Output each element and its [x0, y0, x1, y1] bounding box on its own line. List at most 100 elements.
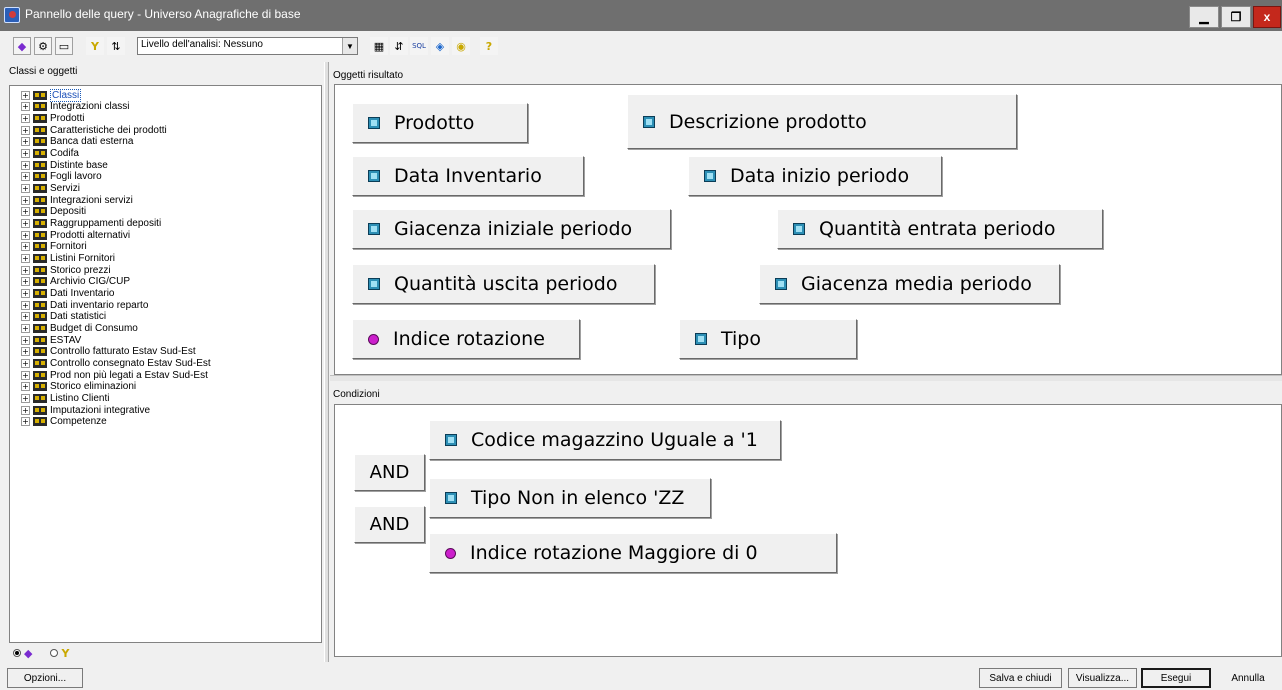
objects-mode-radio[interactable] [13, 649, 21, 657]
tree-item[interactable]: + Raggruppamenti depositi [21, 217, 161, 229]
expand-icon[interactable]: + [21, 358, 30, 368]
sort-az-button[interactable]: ⇵ [390, 37, 408, 55]
condition-item[interactable]: Indice rotazione Maggiore di 0 [429, 533, 837, 573]
tree-item[interactable]: + Competenze [21, 416, 107, 428]
cancel-button[interactable]: Annulla [1215, 668, 1281, 688]
tree-item[interactable]: + ESTAV [21, 334, 81, 346]
sort-button[interactable]: ⇅ [107, 37, 125, 55]
options-footer-button[interactable]: Opzioni... [7, 668, 83, 688]
tree-item[interactable]: + Integrazioni servizi [21, 194, 133, 206]
condition-item[interactable]: Codice magazzino Uguale a '1 [429, 420, 781, 460]
expand-icon[interactable]: + [21, 370, 30, 380]
tree-item[interactable]: + Banca dati esterna [21, 136, 133, 148]
result-object[interactable]: Data inizio periodo [688, 156, 942, 196]
expand-icon[interactable]: + [21, 102, 30, 112]
window-button[interactable]: ▭ [55, 37, 73, 55]
expand-icon[interactable]: + [21, 148, 30, 158]
result-object[interactable]: Descrizione prodotto [627, 94, 1017, 149]
expand-icon[interactable]: + [21, 242, 30, 252]
condition-item[interactable]: Tipo Non in elenco 'ZZ [429, 478, 711, 518]
expand-icon[interactable]: + [21, 207, 30, 217]
objects-view-button[interactable]: ⚙ [34, 37, 52, 55]
tree-item[interactable]: + Storico prezzi [21, 264, 111, 276]
tree-item[interactable]: + Controllo fatturato Estav Sud-Est [21, 346, 196, 358]
analysis-level-select[interactable]: Livello dell'analisi: Nessuno ▼ [137, 37, 358, 55]
tree-item[interactable]: + Budget di Consumo [21, 322, 138, 334]
expand-icon[interactable]: + [21, 347, 30, 357]
horizontal-splitter[interactable] [330, 375, 1282, 381]
result-object[interactable]: Tipo [679, 319, 857, 359]
tree-item[interactable]: + Prod non più legati a Estav Sud-Est [21, 369, 208, 381]
result-object[interactable]: Data Inventario [352, 156, 584, 196]
expand-icon[interactable]: + [21, 125, 30, 135]
expand-icon[interactable]: + [21, 137, 30, 147]
expand-icon[interactable]: + [21, 265, 30, 275]
run-button[interactable]: Esegui [1141, 668, 1211, 688]
vertical-splitter[interactable] [324, 62, 329, 662]
result-object[interactable]: Indice rotazione [352, 319, 580, 359]
expand-icon[interactable]: + [21, 417, 30, 427]
tree-item[interactable]: + Classi [21, 88, 82, 102]
minimize-button[interactable]: ▁ [1189, 6, 1219, 28]
expand-icon[interactable]: + [21, 113, 30, 123]
and-operator-2[interactable]: AND [354, 506, 425, 543]
expand-icon[interactable]: + [21, 218, 30, 228]
help-button[interactable]: ? [480, 37, 498, 55]
tree-item[interactable]: + Caratteristiche dei prodotti [21, 124, 167, 136]
expand-icon[interactable]: + [21, 312, 30, 322]
result-object[interactable]: Prodotto [352, 103, 528, 143]
filter-button[interactable]: Y [86, 37, 104, 55]
tree-item[interactable]: + Servizi [21, 182, 80, 194]
close-button[interactable]: x [1253, 6, 1281, 28]
tree-item[interactable]: + Integrazioni classi [21, 101, 129, 113]
and-operator-1[interactable]: AND [354, 454, 425, 491]
expand-icon[interactable]: + [21, 300, 30, 310]
tree-item[interactable]: + Dati statistici [21, 311, 106, 323]
result-object[interactable]: Quantità entrata periodo [777, 209, 1103, 249]
tree-item[interactable]: + Dati inventario reparto [21, 299, 148, 311]
expand-icon[interactable]: + [21, 90, 30, 100]
expand-icon[interactable]: + [21, 183, 30, 193]
expand-icon[interactable]: + [21, 335, 30, 345]
scope-button[interactable]: ▦ [370, 37, 388, 55]
expand-icon[interactable]: + [21, 405, 30, 415]
tree-item[interactable]: + Storico eliminazioni [21, 381, 136, 393]
expand-icon[interactable]: + [21, 160, 30, 170]
chevron-down-icon[interactable]: ▼ [342, 38, 357, 54]
tree-item[interactable]: + Fornitori [21, 241, 87, 253]
result-objects-panel[interactable]: Prodotto Descrizione prodotto Data Inventa… [334, 84, 1282, 375]
tree-item[interactable]: + Imputazioni integrative [21, 404, 150, 416]
view-button[interactable]: Visualizza... [1068, 668, 1137, 688]
tree-item[interactable]: + Distinte base [21, 159, 108, 171]
result-object[interactable]: Giacenza iniziale periodo [352, 209, 671, 249]
tree-item[interactable]: + Listini Fornitori [21, 252, 115, 264]
tree-item[interactable]: + Prodotti [21, 112, 84, 124]
expand-icon[interactable]: + [21, 393, 30, 403]
tree-item[interactable]: + Controllo consegnato Estav Sud-Est [21, 357, 211, 369]
save-close-button[interactable]: Salva e chiudi [979, 668, 1062, 688]
tree-item[interactable]: + Dati Inventario [21, 287, 114, 299]
tree-item[interactable]: + Codifa [21, 147, 79, 159]
tree-item[interactable]: + Archivio CIG/CUP [21, 276, 130, 288]
filters-mode-radio[interactable] [50, 649, 59, 657]
expand-icon[interactable]: + [21, 382, 30, 392]
expand-icon[interactable]: + [21, 172, 30, 182]
maximize-button[interactable]: ❐ [1221, 6, 1251, 28]
tree-item[interactable]: + Fogli lavoro [21, 171, 102, 183]
combine-button[interactable]: ◈ [431, 37, 449, 55]
classes-view-button[interactable]: ◆ [13, 37, 31, 55]
expand-icon[interactable]: + [21, 253, 30, 263]
expand-icon[interactable]: + [21, 195, 30, 205]
expand-icon[interactable]: + [21, 277, 30, 287]
classes-tree[interactable]: + Classi + Integrazioni classi + Prodotti + Car… [9, 85, 322, 643]
tree-item[interactable]: + Listino Clienti [21, 392, 109, 404]
result-object[interactable]: Quantità uscita periodo [352, 264, 655, 304]
expand-icon[interactable]: + [21, 323, 30, 333]
sql-button[interactable]: SQL [410, 37, 428, 55]
expand-icon[interactable]: + [21, 230, 30, 240]
result-object[interactable]: Giacenza media periodo [759, 264, 1060, 304]
tree-item[interactable]: + Depositi [21, 206, 86, 218]
tree-item[interactable]: + Prodotti alternativi [21, 229, 130, 241]
conditions-panel[interactable]: AND AND Codice magazzino Uguale a '1 Tipo… [334, 404, 1282, 657]
options-button[interactable]: ◉ [452, 37, 470, 55]
